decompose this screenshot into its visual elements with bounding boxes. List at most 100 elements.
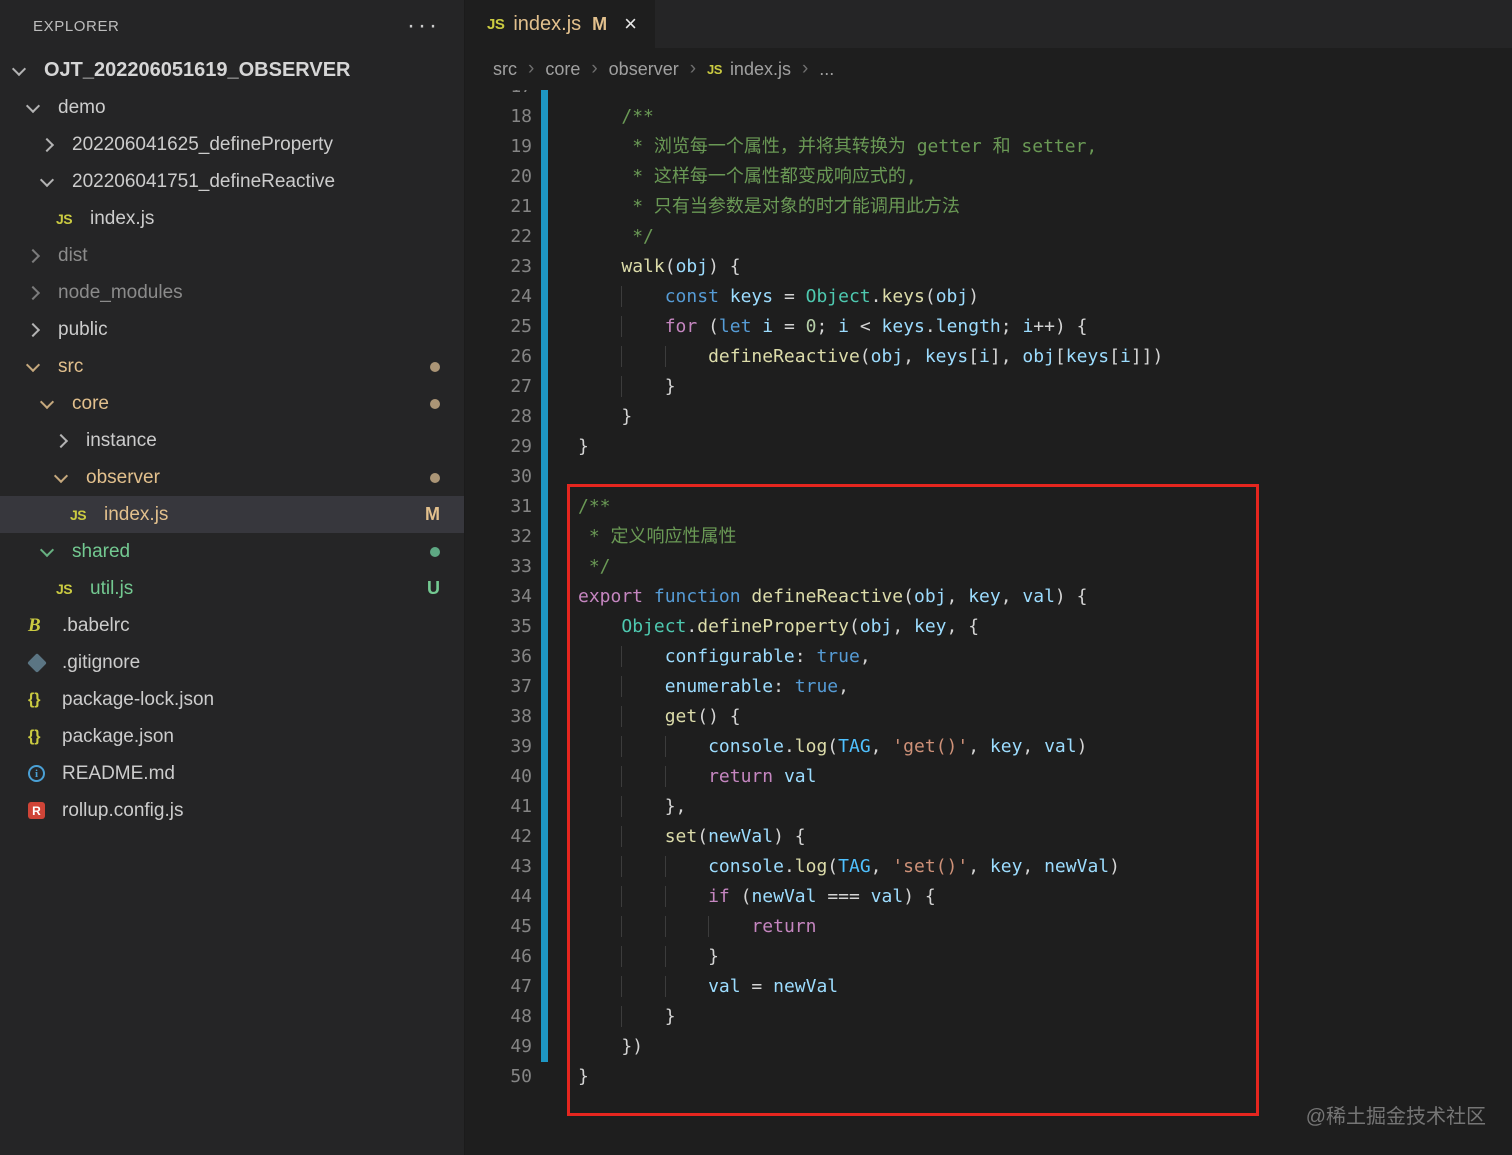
breadcrumb-item-index-js[interactable]: JS index.js — [707, 59, 791, 80]
babel-file-icon: B — [28, 614, 41, 636]
code-text: /** — [621, 106, 654, 127]
code-text: }, — [578, 792, 687, 822]
indent-guide — [621, 796, 664, 817]
tree-folder-instance[interactable]: instance — [0, 422, 464, 459]
breadcrumb-item-core[interactable]: core — [545, 59, 580, 80]
git-modified-gutter-bar — [541, 672, 548, 702]
code-text: } — [578, 1066, 589, 1087]
git-modified-gutter-bar — [541, 102, 548, 132]
tree-file--babelrc[interactable]: B .babelrc — [0, 607, 464, 644]
line-number: 34 — [510, 586, 532, 607]
tab-index-js[interactable]: js JS index.js M × — [465, 0, 656, 48]
code-line-46: 46 } — [465, 942, 1512, 972]
line-number: 17 — [465, 90, 532, 102]
close-icon[interactable]: × — [624, 13, 637, 35]
indent-guide — [621, 856, 664, 877]
more-actions-icon[interactable]: ··· — [407, 14, 440, 38]
line-number: 20 — [510, 166, 532, 187]
code-text: export function defineReactive(obj, key,… — [578, 586, 1088, 607]
tree-folder-ojt-202206051619-observer[interactable]: OJT_202206051619_OBSERVER — [0, 52, 464, 89]
git-modified-gutter-bar — [541, 522, 548, 552]
indent-guide — [665, 916, 708, 937]
indent-guide — [665, 856, 708, 877]
code-line-40: 40 return val — [465, 762, 1512, 792]
tree-file-package-json[interactable]: {} package.json — [0, 718, 464, 755]
tree-item-label: instance — [86, 429, 157, 451]
code-text: console.log(TAG, 'get()', key, val) — [578, 732, 1087, 762]
chevron-right-icon — [25, 285, 41, 300]
breadcrumb-item-src[interactable]: src — [493, 59, 517, 80]
tree-folder-shared[interactable]: shared — [0, 533, 464, 570]
line-number: 36 — [510, 646, 532, 667]
chevron-down-icon — [25, 357, 41, 372]
git-modified-gutter-bar — [541, 342, 548, 372]
code-editor[interactable]: 1718 /**19 * 浏览每一个属性，并将其转换为 getter 和 set… — [465, 90, 1512, 1155]
js-file-icon: JS — [56, 210, 73, 227]
tree-folder-src[interactable]: src — [0, 348, 464, 385]
tree-item-label: index.js — [90, 207, 155, 229]
tree-item-label: rollup.config.js — [62, 799, 184, 821]
git-modified-gutter-bar — [541, 282, 548, 312]
code-text: console.log(TAG, 'set()', key, newVal) — [578, 852, 1120, 882]
line-number: 21 — [510, 196, 532, 217]
line-number: 26 — [510, 346, 532, 367]
chevron-down-icon — [53, 468, 69, 483]
tree-file-rollup-config-js[interactable]: Rrollup.config.js — [0, 792, 464, 829]
line-number: 24 — [510, 286, 532, 307]
tree-file--gitignore[interactable]: .gitignore — [0, 644, 464, 681]
tree-folder-node-modules[interactable]: node_modules — [0, 274, 464, 311]
tree-folder-dist[interactable]: dist — [0, 237, 464, 274]
tree-item-label: package-lock.json — [62, 688, 215, 710]
code-line-41: 41 }, — [465, 792, 1512, 822]
code-line-33: 33 */ — [465, 552, 1512, 582]
tree-file-readme-md[interactable]: i README.md — [0, 755, 464, 792]
js-file-icon: JS — [487, 15, 505, 33]
line-number: 25 — [510, 316, 532, 337]
breadcrumb-item-observer[interactable]: observer — [609, 59, 679, 80]
tree-folder-202206041625-defineproperty[interactable]: 202206041625_defineProperty — [0, 126, 464, 163]
git-modified-gutter-bar — [541, 582, 548, 612]
tree-file-index-js[interactable]: JS index.js — [0, 200, 464, 237]
tree-item-label: 202206041751_defineReactive — [72, 170, 336, 192]
tree-folder-observer[interactable]: observer — [0, 459, 464, 496]
code-line-23: 23 walk(obj) { — [465, 252, 1512, 282]
breadcrumb-item--[interactable]: ... — [819, 59, 834, 80]
line-number: 33 — [510, 556, 532, 577]
explorer-title: EXPLORER — [33, 17, 120, 35]
git-modified-gutter-bar — [541, 222, 548, 252]
breadcrumb-separator: › — [689, 58, 697, 79]
tree-folder-core[interactable]: core — [0, 385, 464, 422]
git-modified-dot-badge — [430, 472, 440, 483]
code-line-49: 49 }) — [465, 1032, 1512, 1062]
tree-item-label: package.json — [62, 725, 174, 747]
rollup-file-icon: R — [28, 802, 45, 819]
tree-folder-202206041751-definereactive[interactable]: 202206041751_defineReactive — [0, 163, 464, 200]
code-line-44: 44 if (newVal === val) { — [465, 882, 1512, 912]
tree-file-package-lock-json[interactable]: {} package-lock.json — [0, 681, 464, 718]
json-file-icon: {} — [28, 727, 41, 745]
code-line-24: 24 const keys = Object.keys(obj) — [465, 282, 1512, 312]
line-number: 19 — [510, 136, 532, 157]
line-number: 28 — [510, 406, 532, 427]
tree-folder-demo[interactable]: demo — [0, 89, 464, 126]
tree-file-util-js[interactable]: JS util.js U — [0, 570, 464, 607]
indent-guide — [621, 646, 664, 667]
tree-item-label: demo — [58, 96, 106, 118]
js-file-icon: JS — [70, 506, 87, 523]
git-status-badge: U — [427, 578, 440, 598]
code-line-26: 26 defineReactive(obj, keys[i], obj[keys… — [465, 342, 1512, 372]
git-modified-gutter-bar — [541, 552, 548, 582]
tree-item-label: index.js — [104, 503, 169, 525]
tree-file-index-js[interactable]: JS index.js M — [0, 496, 464, 533]
indent-guide — [621, 826, 664, 847]
git-modified-gutter-bar — [541, 612, 548, 642]
tree-folder-public[interactable]: public — [0, 311, 464, 348]
code-line-22: 22 */ — [465, 222, 1512, 252]
tree-item-label: 202206041625_defineProperty — [72, 133, 333, 155]
chevron-right-icon — [53, 433, 69, 448]
code-text: set(newVal) { — [578, 822, 806, 852]
indent-guide — [708, 916, 751, 937]
git-modified-gutter-bar — [541, 462, 548, 492]
line-number: 23 — [510, 256, 532, 277]
indent-guide — [621, 1006, 664, 1027]
